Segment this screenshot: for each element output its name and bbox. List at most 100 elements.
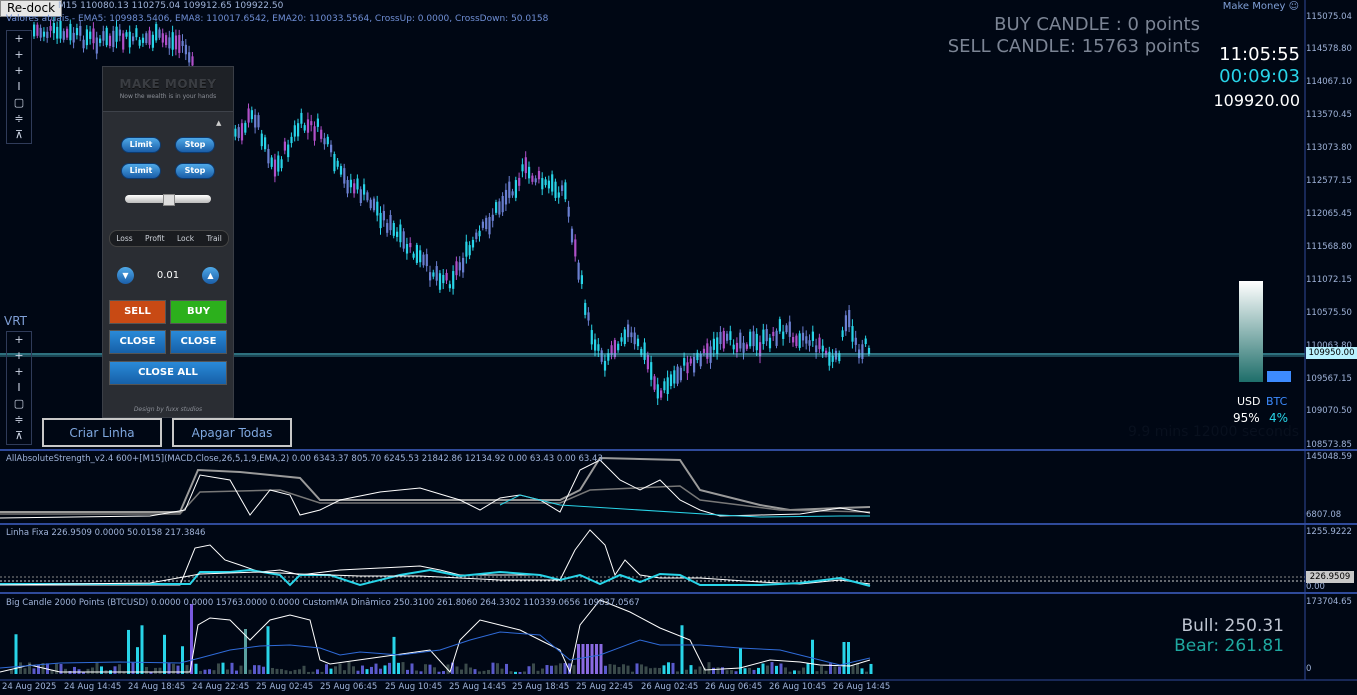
- candle-body: [719, 331, 722, 345]
- price-axis-label: 113570.45: [1306, 110, 1352, 120]
- candle-body: [653, 376, 656, 390]
- candle-body: [178, 35, 181, 53]
- candle-body: [168, 37, 171, 49]
- crosshair-icon[interactable]: +: [7, 332, 31, 348]
- sell-stop-button[interactable]: Stop: [175, 163, 215, 179]
- tab-trail[interactable]: Trail: [206, 234, 221, 243]
- histogram-bar: [343, 670, 346, 674]
- collapse-icon[interactable]: ▲: [216, 119, 221, 127]
- close-buys-button[interactable]: CLOSE: [170, 330, 227, 354]
- crosshair-icon[interactable]: +: [7, 63, 31, 79]
- candle-body: [99, 38, 102, 43]
- buy-limit-button[interactable]: Limit: [121, 137, 161, 153]
- candle-body: [673, 370, 676, 384]
- candle-body: [864, 338, 867, 345]
- candle-body: [693, 356, 696, 373]
- candle-body: [349, 179, 352, 188]
- vertical-line-icon[interactable]: I: [7, 79, 31, 95]
- lot-size-value[interactable]: 0.01: [139, 267, 197, 284]
- price-axis-label: 111072.15: [1306, 275, 1352, 285]
- buy-button[interactable]: BUY: [170, 300, 227, 324]
- candle-body: [382, 210, 385, 221]
- lot-decrease-icon[interactable]: ▼: [117, 267, 134, 284]
- histogram-bar: [136, 647, 139, 674]
- close-all-button[interactable]: CLOSE ALL: [109, 361, 227, 385]
- trade-panel: MAKE MONEY Now the wealth is in your han…: [102, 66, 234, 418]
- time-axis-label: 24 Aug 18:45: [128, 682, 186, 692]
- candle-body: [650, 362, 653, 380]
- channel-icon[interactable]: ⊼: [7, 428, 31, 444]
- candle-body: [270, 157, 273, 167]
- histogram-bar: [433, 667, 436, 674]
- crosshair-icon[interactable]: +: [7, 348, 31, 364]
- candle-body: [587, 312, 590, 321]
- candle-body: [669, 374, 673, 387]
- candle-body: [508, 181, 511, 198]
- symbol-quote-line: M15 110080.13 110275.04 109912.65 109922…: [58, 1, 284, 11]
- candle-body: [39, 27, 42, 38]
- close-sells-button[interactable]: CLOSE: [109, 330, 166, 354]
- sell-button[interactable]: SELL: [109, 300, 166, 324]
- candle-body: [346, 180, 349, 194]
- buy-stop-button[interactable]: Stop: [175, 137, 215, 153]
- histogram-bar: [257, 665, 261, 674]
- tab-profit[interactable]: Profit: [145, 234, 165, 243]
- candle-body: [277, 155, 280, 172]
- candle-body: [732, 344, 735, 350]
- candle-body: [339, 166, 343, 175]
- crosshair-icon[interactable]: +: [7, 47, 31, 63]
- candle-body: [112, 30, 115, 48]
- candle-body: [138, 39, 141, 46]
- crosshair-icon[interactable]: +: [7, 364, 31, 380]
- time-axis-label: 24 Aug 14:45: [64, 682, 122, 692]
- histogram-bar: [10, 669, 13, 674]
- histogram-bar: [491, 662, 495, 674]
- price-axis-label: 109567.15: [1306, 374, 1352, 384]
- time-axis-label: 25 Aug 02:45: [256, 682, 314, 692]
- rectangle-icon[interactable]: ▢: [7, 95, 31, 111]
- candle-body: [537, 170, 541, 180]
- candle-body: [42, 31, 46, 37]
- indicator2-axis-min: 0.00: [1306, 582, 1325, 592]
- candle-body: [617, 343, 620, 351]
- time-axis-label: 26 Aug 14:45: [833, 682, 891, 692]
- lot-increase-icon[interactable]: ▲: [202, 267, 219, 284]
- price-axis-label: 109070.50: [1306, 406, 1352, 416]
- histogram-bar: [374, 663, 378, 674]
- candle-body: [742, 342, 745, 353]
- bear-value: Bear: 261.81: [1174, 636, 1284, 656]
- rectangle-icon[interactable]: ▢: [7, 396, 31, 412]
- apagar-todas-button[interactable]: Apagar Todas: [172, 418, 292, 447]
- histogram-bar: [388, 662, 391, 674]
- fibonacci-icon[interactable]: ≑: [7, 111, 31, 127]
- candle-body: [303, 125, 306, 131]
- criar-linha-button[interactable]: Criar Linha: [42, 418, 162, 447]
- candle-body: [353, 183, 356, 194]
- histogram-bar: [649, 668, 652, 674]
- crosshair-icon[interactable]: +: [7, 31, 31, 47]
- channel-icon[interactable]: ⊼: [7, 127, 31, 143]
- fibonacci-icon[interactable]: ≑: [7, 412, 31, 428]
- histogram-bar: [838, 666, 841, 674]
- slider-handle[interactable]: [163, 194, 175, 206]
- risk-slider[interactable]: [125, 194, 211, 206]
- histogram-bar: [770, 662, 774, 674]
- tab-lock[interactable]: Lock: [177, 234, 194, 243]
- candle-body: [425, 254, 428, 267]
- candle-body: [834, 350, 838, 360]
- trade-panel-footer: Design by fuxx studios: [133, 406, 203, 413]
- candle-body: [491, 214, 494, 221]
- histogram-bar: [559, 663, 562, 674]
- candle-body: [590, 330, 593, 345]
- sell-limit-button[interactable]: Limit: [121, 163, 161, 179]
- drawing-toolbar-bottom: + + + I ▢ ≑ ⊼: [6, 331, 32, 445]
- histogram-bar: [460, 669, 463, 674]
- candle-body: [676, 366, 679, 384]
- tab-loss[interactable]: Loss: [116, 234, 132, 243]
- vertical-line-icon[interactable]: I: [7, 380, 31, 396]
- time-axis-label: 26 Aug 02:45: [641, 682, 699, 692]
- usd-percent: 95%: [1233, 411, 1260, 425]
- candle-body: [785, 325, 788, 333]
- candle-body: [435, 266, 438, 281]
- candle-body: [815, 345, 818, 353]
